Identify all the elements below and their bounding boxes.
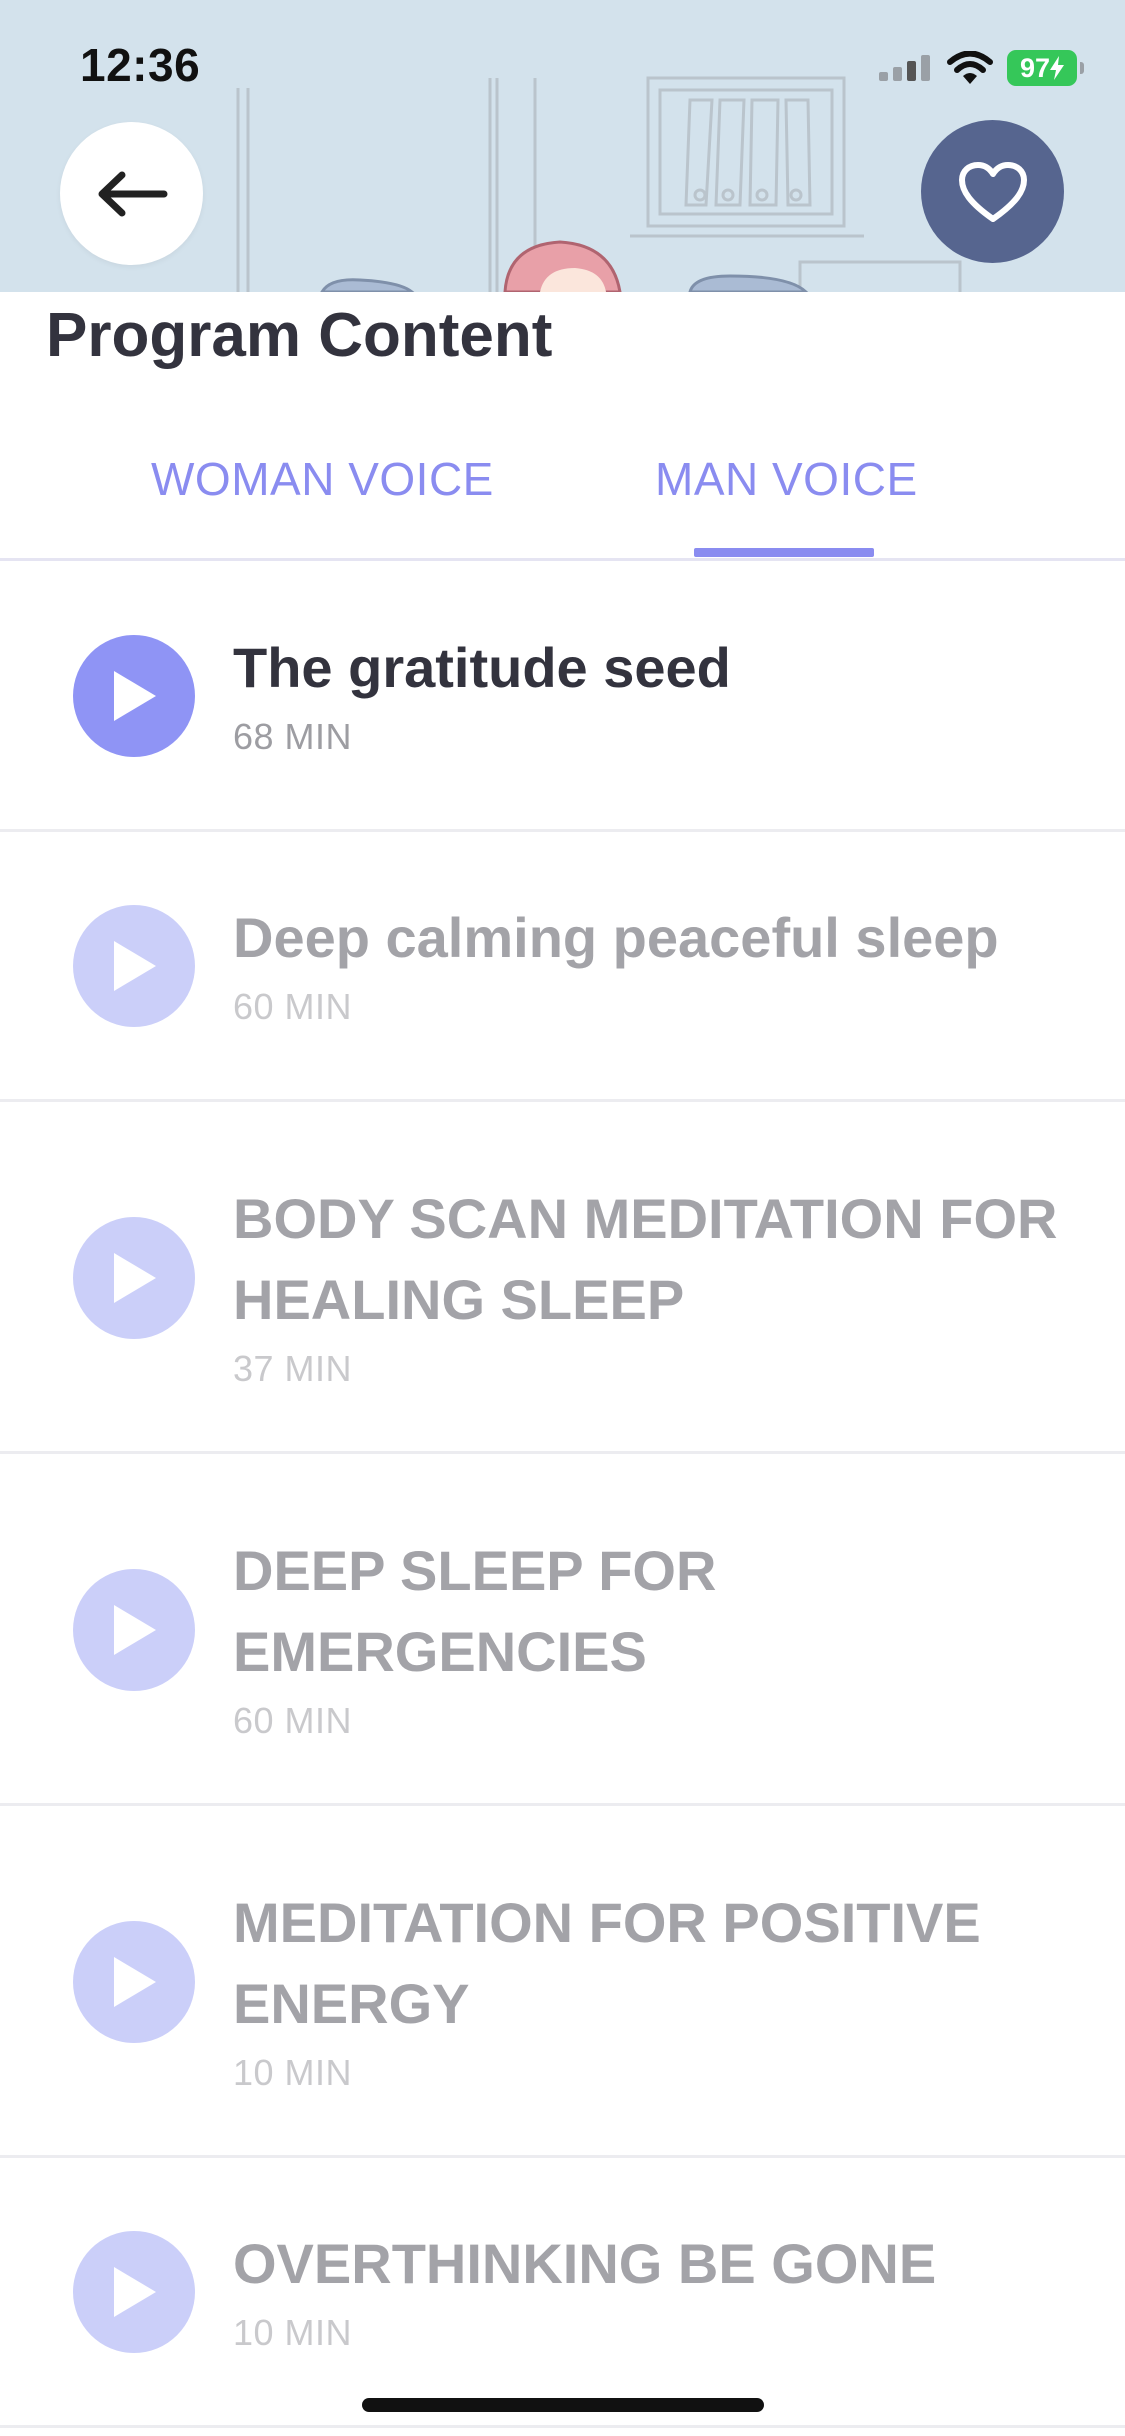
status-icons: 97 (879, 48, 1084, 88)
play-button[interactable] (73, 2231, 195, 2353)
charging-bolt-icon (1050, 56, 1065, 80)
play-button[interactable] (73, 905, 195, 1027)
list-item-text: The gratitude seed 68 MIN (233, 627, 1095, 758)
cellular-signal-icon (879, 55, 930, 81)
play-button[interactable] (73, 1217, 195, 1339)
list-item-text: OVERTHINKING BE GONE 10 MIN (233, 2223, 1095, 2354)
list-item-text: DEEP SLEEP FOR EMERGENCIES 60 MIN (233, 1530, 1095, 1742)
list-item[interactable]: BODY SCAN MEDITATION FOR HEALING SLEEP 3… (0, 1102, 1125, 1454)
header-illustration: 12:36 97 (0, 0, 1125, 292)
active-tab-indicator (694, 548, 874, 557)
play-icon (114, 2267, 156, 2317)
track-title: BODY SCAN MEDITATION FOR HEALING SLEEP (233, 1187, 1058, 1331)
list-item[interactable]: MEDITATION FOR POSITIVE ENERGY 10 MIN (0, 1806, 1125, 2158)
track-title: Deep calming peaceful sleep (233, 906, 999, 969)
play-icon (114, 941, 156, 991)
list-item-text: MEDITATION FOR POSITIVE ENERGY 10 MIN (233, 1882, 1095, 2094)
back-button[interactable] (60, 122, 203, 265)
list-item-text: Deep calming peaceful sleep 60 MIN (233, 897, 1095, 1028)
list-item[interactable]: DEEP SLEEP FOR EMERGENCIES 60 MIN (0, 1454, 1125, 1806)
play-button[interactable] (73, 635, 195, 757)
track-duration: 60 MIN (233, 1700, 353, 1741)
track-duration: 10 MIN (233, 2312, 353, 2353)
track-title: OVERTHINKING BE GONE (233, 2232, 937, 2295)
list-item-text: BODY SCAN MEDITATION FOR HEALING SLEEP 3… (233, 1178, 1095, 1390)
track-duration: 60 MIN (233, 986, 353, 1027)
list-item[interactable]: OVERTHINKING BE GONE 10 MIN (0, 2158, 1125, 2428)
voice-tabs: WOMAN VOICE MAN VOICE (0, 430, 1125, 561)
tab-woman-voice[interactable]: WOMAN VOICE (151, 452, 494, 506)
track-duration: 37 MIN (233, 1348, 353, 1389)
play-button[interactable] (73, 1569, 195, 1691)
track-title: MEDITATION FOR POSITIVE ENERGY (233, 1891, 981, 2035)
battery-indicator: 97 (1007, 50, 1084, 86)
favorite-button[interactable] (921, 120, 1064, 263)
play-button[interactable] (73, 1921, 195, 2043)
track-title: DEEP SLEEP FOR EMERGENCIES (233, 1539, 717, 1683)
status-time: 12:36 (80, 39, 201, 91)
list-item[interactable]: Deep calming peaceful sleep 60 MIN (0, 832, 1125, 1102)
play-icon (114, 1253, 156, 1303)
status-bar: 12:36 97 (0, 0, 1125, 140)
track-list: The gratitude seed 68 MIN Deep calming p… (0, 562, 1125, 2428)
play-icon (114, 671, 156, 721)
arrow-left-icon (98, 171, 167, 216)
heart-outline-icon (958, 161, 1027, 222)
track-duration: 10 MIN (233, 2052, 353, 2093)
home-indicator[interactable] (362, 2398, 764, 2412)
track-title: The gratitude seed (233, 636, 731, 699)
track-duration: 68 MIN (233, 716, 353, 757)
list-item[interactable]: The gratitude seed 68 MIN (0, 562, 1125, 832)
page-title: Program Content (46, 301, 553, 370)
tab-man-voice[interactable]: MAN VOICE (655, 452, 918, 506)
battery-level: 97 (1019, 52, 1051, 83)
play-icon (114, 1605, 156, 1655)
play-icon (114, 1957, 156, 2007)
wifi-icon (947, 51, 993, 84)
